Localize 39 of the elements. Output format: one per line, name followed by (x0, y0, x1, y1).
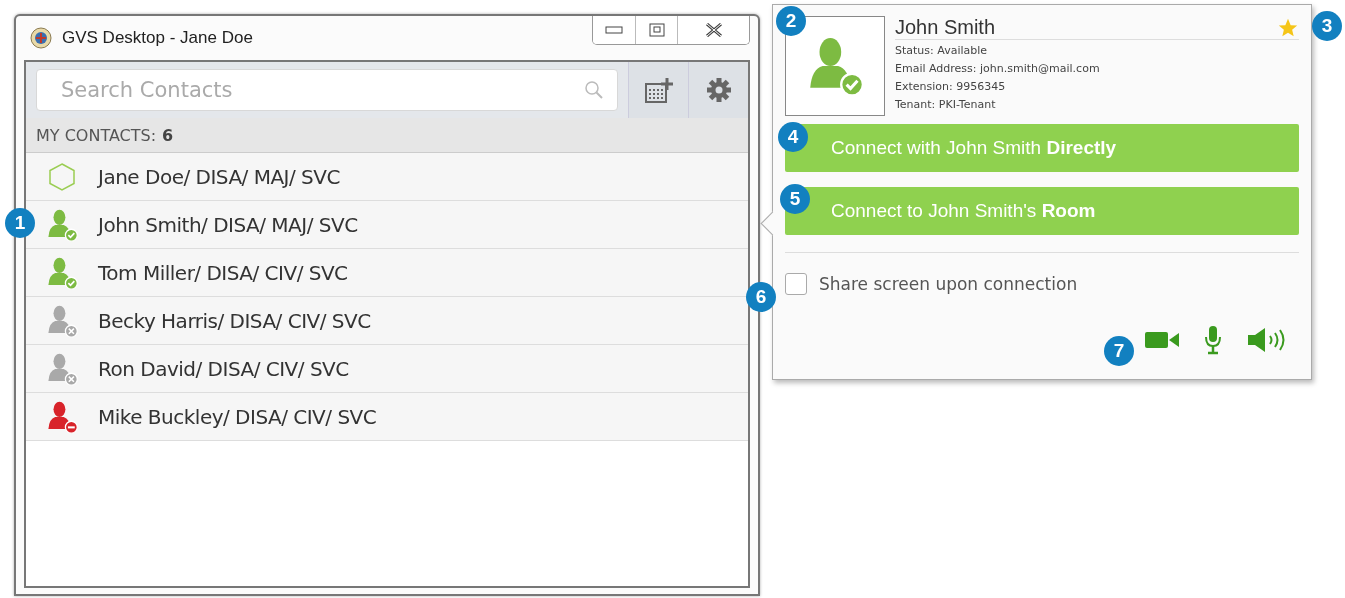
settings-icon (705, 77, 732, 103)
contact-detail: Extension: 9956345 (895, 79, 1007, 95)
callout-number: 1 (5, 208, 35, 238)
microphone-icon[interactable] (1203, 325, 1223, 355)
settings-button[interactable] (688, 62, 748, 118)
contact-row[interactable]: Tom Miller/ DISA/ CIV/ SVC (26, 249, 748, 297)
contact-detail: Status: Available (895, 43, 989, 59)
contact-row[interactable]: Becky Harris/ DISA/ CIV/ SVC (26, 297, 748, 345)
calendar-plus-icon (643, 76, 674, 104)
contact-card-name: John Smith (895, 16, 996, 39)
contact-name: Tom Miller/ DISA/ CIV/ SVC (98, 260, 348, 285)
contact-name: Mike Buckley/ DISA/ CIV/ SVC (98, 404, 377, 429)
contact-row[interactable]: Jane Doe/ DISA/ MAJ/ SVC (26, 153, 748, 201)
window-title: GVS Desktop - Jane Doe (62, 28, 254, 48)
close-button[interactable] (677, 16, 749, 44)
contact-name: Jane Doe/ DISA/ MAJ/ SVC (98, 164, 340, 189)
app-logo-icon (30, 27, 52, 49)
contact-row[interactable]: John Smith/ DISA/ MAJ/ SVC (26, 201, 748, 249)
contact-name: Becky Harris/ DISA/ CIV/ SVC (98, 308, 371, 333)
contact-detail: Tenant: PKI-Tenant (895, 97, 997, 113)
contact-row[interactable]: Ron David/ DISA/ CIV/ SVC (26, 345, 748, 393)
share-screen-checkbox[interactable] (785, 273, 807, 295)
close-icon (704, 23, 723, 37)
video-camera-icon[interactable] (1145, 331, 1179, 349)
contact-name: John Smith/ DISA/ MAJ/ SVC (98, 212, 358, 237)
add-meeting-button[interactable] (628, 62, 688, 118)
maximize-icon (648, 23, 665, 37)
contacts-count: 6 (162, 125, 174, 145)
search-field[interactable]: Search Contacts (36, 69, 618, 111)
contact-detail: Email Address: john.smith@mail.com (895, 61, 1101, 77)
contacts-header: MY CONTACTS: (36, 125, 157, 145)
search-icon (584, 80, 604, 100)
maximize-button[interactable] (635, 16, 677, 44)
callout-number: 3 (1312, 11, 1342, 41)
contact-row[interactable]: Mike Buckley/ DISA/ CIV/ SVC (26, 393, 748, 441)
minimize-button[interactable] (593, 16, 635, 44)
share-screen-label: Share screen upon connection (819, 274, 1078, 294)
minimize-icon (605, 25, 623, 35)
contact-name: Ron David/ DISA/ CIV/ SVC (98, 356, 349, 381)
